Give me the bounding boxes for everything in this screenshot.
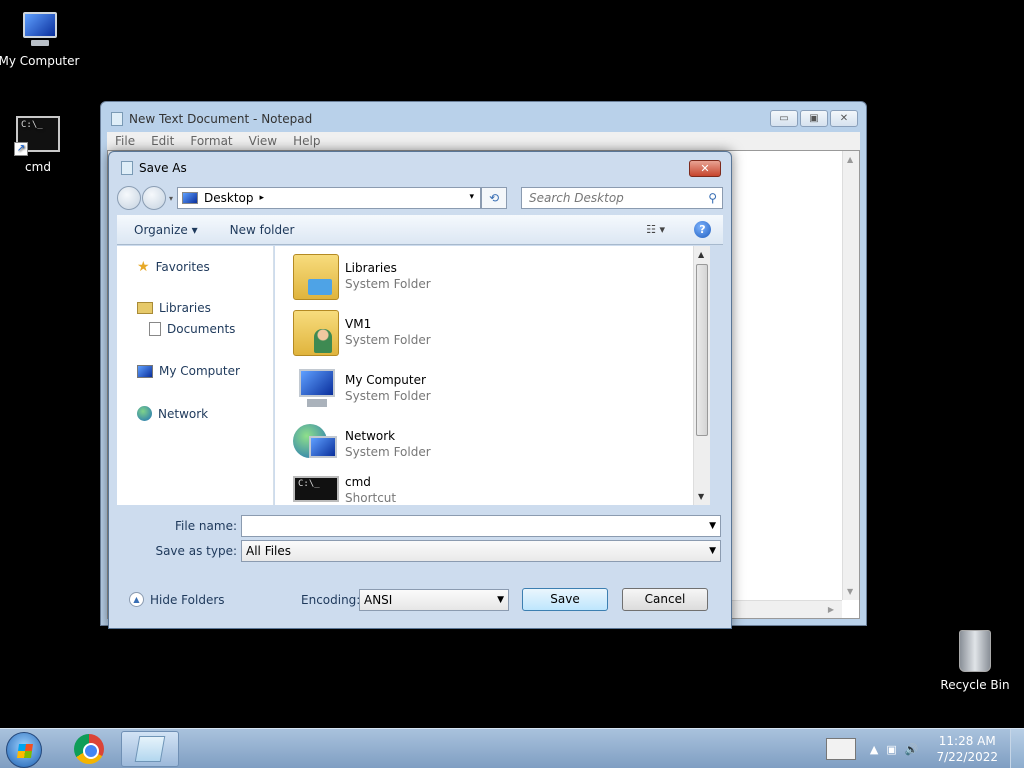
taskbar-notepad[interactable] xyxy=(121,731,179,767)
address-bar[interactable]: Desktop ▸ ▾ xyxy=(177,187,482,209)
cmd-shortcut-icon: C:\_ ↗ xyxy=(14,116,60,156)
chrome-icon xyxy=(74,734,104,764)
nav-item-documents[interactable]: Documents xyxy=(149,322,235,336)
list-item[interactable]: My Computer System Folder xyxy=(293,366,431,412)
menu-view[interactable]: View xyxy=(249,134,277,148)
address-dropdown-icon[interactable]: ▾ xyxy=(469,192,474,202)
file-list-scrollbar[interactable]: ▲ ▼ xyxy=(693,246,710,505)
libraries-icon xyxy=(137,302,153,314)
desktop-icon-label: Recycle Bin xyxy=(940,678,1010,692)
chevron-up-icon: ▲ xyxy=(129,592,144,607)
help-icon[interactable]: ? xyxy=(694,221,711,238)
notepad-titlebar: New Text Document - Notepad xyxy=(111,110,312,128)
desktop-icon-label: My Computer xyxy=(0,54,80,68)
search-icon[interactable]: ⚲ xyxy=(708,191,717,205)
notepad-icon xyxy=(134,736,166,762)
menu-edit[interactable]: Edit xyxy=(151,134,174,148)
close-button[interactable]: ✕ xyxy=(830,110,858,127)
taskbar-chrome[interactable] xyxy=(60,731,118,767)
save-as-type-select[interactable]: All Files ▼ xyxy=(241,540,721,562)
change-view-button[interactable]: ☷ ▾ xyxy=(646,223,665,236)
list-item[interactable]: VM1 System Folder xyxy=(293,310,431,356)
back-button[interactable] xyxy=(117,186,141,210)
start-button[interactable] xyxy=(6,732,42,768)
dialog-title: Save As xyxy=(139,161,187,175)
menu-format[interactable]: Format xyxy=(190,134,232,148)
system-tray: ▲ ▣ 🔊 11:28 AM 7/22/2022 xyxy=(825,729,1024,768)
vertical-scrollbar[interactable]: ▲ ▼ xyxy=(842,151,859,600)
desktop-icon-label: cmd xyxy=(25,160,51,174)
encoding-select[interactable]: ANSI ▼ xyxy=(359,589,509,611)
list-item[interactable]: Libraries System Folder xyxy=(293,254,431,300)
address-location[interactable]: Desktop xyxy=(204,191,254,205)
volume-icon[interactable]: 🔊 xyxy=(905,743,919,756)
desktop-icon-recycle-bin[interactable]: Recycle Bin xyxy=(940,630,1010,692)
window-controls: ▭ ▣ ✕ xyxy=(770,110,858,127)
nav-item-libraries[interactable]: Libraries xyxy=(137,301,211,315)
save-button[interactable]: Save xyxy=(522,588,608,611)
list-item[interactable]: C:\_ cmd Shortcut xyxy=(293,472,396,505)
document-icon xyxy=(149,322,161,336)
navigation-pane: ★ Favorites Libraries Documents My Compu… xyxy=(117,246,274,505)
list-item[interactable]: Network System Folder xyxy=(293,422,431,468)
computer-icon xyxy=(17,10,61,50)
search-placeholder: Search Desktop xyxy=(529,191,624,205)
file-name-label: File name: xyxy=(175,519,237,533)
desktop-icon xyxy=(182,192,199,204)
recycle-bin-icon xyxy=(959,630,991,672)
forward-button[interactable] xyxy=(142,186,166,210)
desktop-icon-my-computer[interactable]: My Computer xyxy=(0,10,81,68)
clock[interactable]: 11:28 AM 7/22/2022 xyxy=(936,733,998,765)
search-input[interactable]: Search Desktop ⚲ xyxy=(521,187,723,209)
menu-file[interactable]: File xyxy=(115,134,135,148)
organize-button[interactable]: Organize ▾ xyxy=(134,223,198,237)
notepad-menubar: File Edit Format View Help xyxy=(107,132,860,150)
pen-input-icon[interactable] xyxy=(825,738,856,760)
show-desktop-button[interactable] xyxy=(1010,729,1024,768)
nav-item-favorites[interactable]: ★ Favorites xyxy=(137,259,210,275)
desktop-icon-cmd[interactable]: C:\_ ↗ cmd xyxy=(0,116,80,174)
notepad-icon xyxy=(111,112,123,126)
computer-icon xyxy=(293,366,339,412)
save-as-dialog: Save As ✕ ▾ Desktop ▸ ▾ ⟲ Search Desktop… xyxy=(108,151,732,629)
chevron-right-icon[interactable]: ▸ xyxy=(260,193,265,203)
scrollbar-thumb[interactable] xyxy=(696,264,708,436)
network-icon xyxy=(137,406,152,421)
notepad-icon xyxy=(121,161,133,175)
nav-item-network[interactable]: Network xyxy=(137,406,208,421)
new-folder-button[interactable]: New folder xyxy=(230,223,295,237)
recent-locations-dropdown[interactable]: ▾ xyxy=(169,194,173,203)
nav-item-my-computer[interactable]: My Computer xyxy=(137,364,240,378)
save-options-panel: File name: ▼ Save as type: All Files ▼ ▲… xyxy=(117,505,723,622)
chevron-down-icon[interactable]: ▼ xyxy=(497,590,504,610)
notepad-title: New Text Document - Notepad xyxy=(129,112,313,126)
show-hidden-icons-icon[interactable]: ▲ xyxy=(870,743,878,756)
menu-help[interactable]: Help xyxy=(293,134,320,148)
star-icon: ★ xyxy=(137,259,150,275)
computer-icon xyxy=(137,364,153,378)
hide-folders-button[interactable]: ▲ Hide Folders xyxy=(129,592,225,607)
file-name-input[interactable]: ▼ xyxy=(241,515,721,537)
cmd-icon: C:\_ xyxy=(293,476,339,502)
maximize-button[interactable]: ▣ xyxy=(800,110,828,127)
navigation-bar: ▾ Desktop ▸ ▾ ⟲ Search Desktop ⚲ xyxy=(117,185,723,211)
dialog-close-button[interactable]: ✕ xyxy=(689,160,721,177)
libraries-icon xyxy=(293,254,339,300)
file-list: Libraries System Folder VM1 System Folder … xyxy=(275,246,710,505)
chevron-down-icon[interactable]: ▼ xyxy=(709,541,716,561)
save-as-type-label: Save as type: xyxy=(155,544,237,558)
dialog-toolbar: Organize ▾ New folder ☷ ▾ ? xyxy=(117,215,723,245)
refresh-button[interactable]: ⟲ xyxy=(481,187,508,209)
network-status-icon[interactable]: ▣ xyxy=(886,743,896,756)
encoding-label: Encoding: xyxy=(301,593,361,607)
chevron-down-icon[interactable]: ▼ xyxy=(709,516,716,536)
cancel-button[interactable]: Cancel xyxy=(622,588,708,611)
user-folder-icon xyxy=(293,310,339,356)
minimize-button[interactable]: ▭ xyxy=(770,110,798,127)
taskbar: ▲ ▣ 🔊 11:28 AM 7/22/2022 xyxy=(0,728,1024,768)
network-icon xyxy=(293,422,339,468)
dialog-titlebar: Save As xyxy=(121,161,187,175)
